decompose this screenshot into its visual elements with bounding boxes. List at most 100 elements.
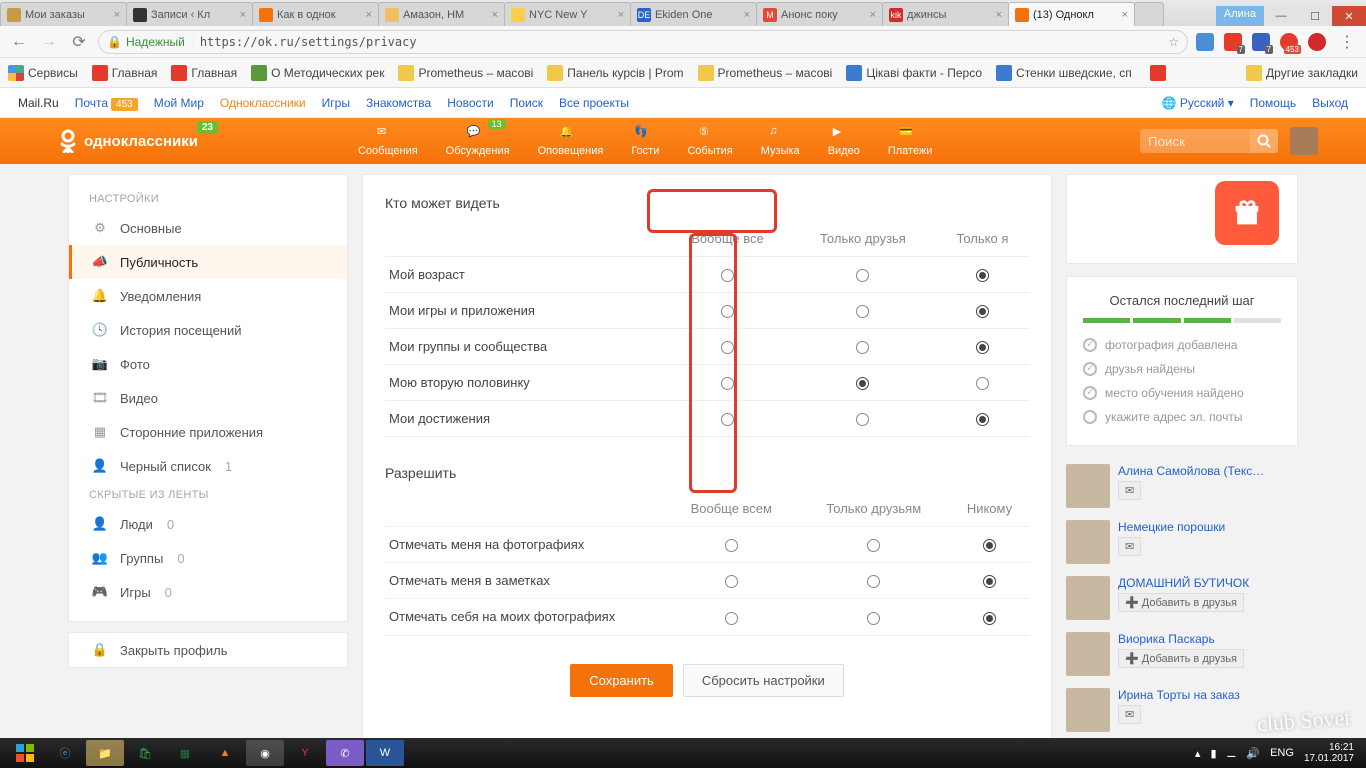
radio-option[interactable] (867, 539, 880, 552)
task-excel[interactable]: ▦ (166, 740, 204, 766)
tray-network-icon[interactable]: ⚊ (1227, 747, 1237, 760)
mr-news[interactable]: Новости (447, 96, 493, 110)
ok-nav-item[interactable]: 💬Обсуждения13 (446, 125, 510, 157)
mr-search[interactable]: Поиск (510, 96, 543, 110)
tab-close-icon[interactable]: × (492, 9, 498, 21)
search-button[interactable] (1250, 129, 1278, 153)
ok-nav-item[interactable]: 👣Гости (631, 125, 659, 157)
nav-forward[interactable]: → (38, 31, 60, 53)
radio-option[interactable] (976, 377, 989, 390)
ok-nav-item[interactable]: 💳Платежи (888, 125, 933, 157)
star-icon[interactable]: ☆ (1160, 35, 1187, 49)
bookmark-item[interactable]: Цікаві факти - Персо (846, 65, 982, 81)
friend-message-button[interactable]: ✉ (1118, 537, 1141, 556)
bookmark-item[interactable]: Главная (92, 65, 158, 81)
bookmark-youtube[interactable] (1150, 65, 1166, 81)
radio-option[interactable] (983, 575, 996, 588)
mr-games[interactable]: Игры (322, 96, 350, 110)
browser-tab[interactable]: kikджинсы× (882, 2, 1009, 26)
radio-option[interactable] (976, 305, 989, 318)
tray-battery-icon[interactable]: ▮ (1210, 747, 1216, 760)
tray-clock[interactable]: 16:21 17.01.2017 (1304, 742, 1360, 764)
friend-name[interactable]: Ирина Торты на заказ (1118, 688, 1240, 702)
browser-tab[interactable]: Как в однок× (252, 2, 379, 26)
chrome-menu[interactable]: ⋮ (1336, 31, 1358, 53)
browser-tab[interactable]: DEEkiden One× (630, 2, 757, 26)
browser-tab[interactable]: NYC New Y× (504, 2, 631, 26)
friend-message-button[interactable]: ✉ (1118, 705, 1141, 724)
mr-mailru[interactable]: Mail.Ru (18, 96, 59, 110)
mr-help[interactable]: Помощь (1250, 96, 1296, 110)
friend-avatar[interactable] (1066, 632, 1110, 676)
gift-banner[interactable] (1066, 174, 1298, 264)
friend-avatar[interactable] (1066, 576, 1110, 620)
tab-close-icon[interactable]: × (870, 9, 876, 21)
mr-exit[interactable]: Выход (1312, 96, 1348, 110)
radio-option[interactable] (856, 269, 869, 282)
new-tab-button[interactable] (1134, 2, 1164, 26)
task-vlc[interactable]: ▲ (206, 740, 244, 766)
sidebar-item[interactable]: 📷Фото (69, 347, 347, 381)
friend-message-button[interactable]: ✉ (1118, 481, 1141, 500)
ext-adblock-icon[interactable] (1308, 33, 1326, 51)
browser-tab[interactable]: MАнонс поку× (756, 2, 883, 26)
sidebar-item[interactable]: 🕓История посещений (69, 313, 347, 347)
reset-button[interactable]: Сбросить настройки (683, 664, 844, 697)
tab-close-icon[interactable]: × (996, 9, 1002, 21)
radio-option[interactable] (725, 612, 738, 625)
ext-icon[interactable]: 7 (1224, 33, 1242, 51)
mr-mymir[interactable]: Мой Мир (154, 96, 204, 110)
tray-volume-icon[interactable]: 🔊 (1246, 747, 1260, 760)
browser-tab[interactable]: Мои заказы× (0, 2, 127, 26)
task-yandex[interactable]: Y (286, 740, 324, 766)
friend-avatar[interactable] (1066, 464, 1110, 508)
tab-close-icon[interactable]: × (240, 9, 246, 21)
ok-nav-item[interactable]: 🔔Оповещения (538, 125, 604, 157)
mr-ok[interactable]: Одноклассники (220, 96, 306, 110)
radio-option[interactable] (725, 575, 738, 588)
tray-up-icon[interactable]: ▴ (1195, 747, 1201, 760)
bookmark-item[interactable]: Стенки шведские, сп (996, 65, 1132, 81)
friend-name[interactable]: Алина Самойлова (Текс… (1118, 464, 1264, 478)
sidebar-item[interactable]: 🔔Уведомления (69, 279, 347, 313)
close-profile-button[interactable]: 🔒Закрыть профиль (69, 633, 347, 667)
save-button[interactable]: Сохранить (570, 664, 673, 697)
task-viber[interactable]: ✆ (326, 740, 364, 766)
window-close[interactable]: ✕ (1332, 6, 1366, 26)
ok-nav-item[interactable]: ▶Видео (828, 125, 860, 157)
radio-option[interactable] (867, 612, 880, 625)
ok-nav-item[interactable]: ♫Музыка (761, 125, 800, 157)
sidebar-hidden-item[interactable]: 🎮Игры0 (69, 575, 347, 609)
sidebar-hidden-item[interactable]: 👤Люди0 (69, 507, 347, 541)
ok-nav-item[interactable]: ✉Сообщения (358, 125, 418, 157)
nav-back[interactable]: ← (8, 31, 30, 53)
sidebar-item[interactable]: ▦Сторонние приложения (69, 415, 347, 449)
ok-logo[interactable]: одноклассники 23 (58, 129, 198, 153)
completion-item[interactable]: укажите адрес эл. почты (1083, 405, 1281, 429)
tab-close-icon[interactable]: × (618, 9, 624, 21)
tab-close-icon[interactable]: × (366, 9, 372, 21)
sidebar-item[interactable]: 📣Публичность (69, 245, 347, 279)
browser-tab[interactable]: (13) Однокл× (1008, 2, 1135, 26)
radio-option[interactable] (856, 413, 869, 426)
friend-avatar[interactable] (1066, 520, 1110, 564)
ext-icon[interactable]: 7 (1252, 33, 1270, 51)
ext-icon[interactable]: 453 (1280, 33, 1298, 51)
friend-name[interactable]: Немецкие порошки (1118, 520, 1225, 534)
radio-option[interactable] (721, 305, 734, 318)
task-ie[interactable]: ⓔ (46, 740, 84, 766)
nav-reload[interactable]: ⟳ (68, 31, 90, 53)
friend-avatar[interactable] (1066, 688, 1110, 732)
sidebar-item[interactable]: 🎞Видео (69, 381, 347, 415)
radio-option[interactable] (976, 413, 989, 426)
task-chrome[interactable]: ◉ (246, 740, 284, 766)
browser-tab[interactable]: Амазон, НМ× (378, 2, 505, 26)
mr-all[interactable]: Все проекты (559, 96, 629, 110)
search-input[interactable] (1140, 129, 1250, 153)
radio-option[interactable] (983, 539, 996, 552)
task-word[interactable]: W (366, 740, 404, 766)
tray-lang[interactable]: ENG (1270, 747, 1294, 759)
user-avatar[interactable] (1290, 127, 1318, 155)
mr-mail[interactable]: Почта453 (75, 96, 138, 110)
sidebar-item[interactable]: 👤Черный список1 (69, 449, 347, 483)
